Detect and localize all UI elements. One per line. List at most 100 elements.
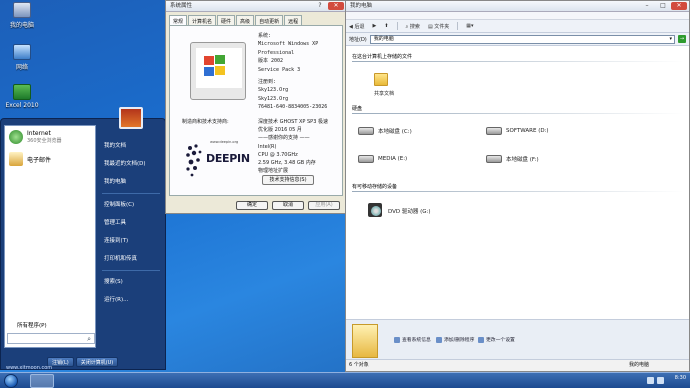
minimize-button[interactable]: – [641, 2, 653, 10]
start-item-run[interactable]: 运行(R)... [98, 291, 164, 309]
start-button[interactable] [4, 374, 18, 388]
address-value: 我的电脑 [373, 35, 394, 42]
registered-line: Sky123.Org [258, 87, 289, 94]
close-button[interactable]: ✕ [671, 2, 687, 10]
search-icon: ⌕ [405, 23, 409, 30]
task-change-setting[interactable]: 更改一个设置 [478, 336, 515, 343]
task-view-system-info[interactable]: 查看系统信息 [394, 336, 431, 343]
window-title: 系统属性 [170, 3, 193, 9]
desktop-icon-label: 我的电脑 [9, 22, 34, 29]
drive-f[interactable]: 本地磁盘 (F:) [486, 155, 539, 163]
search-button[interactable]: ⌕ 搜索 [406, 23, 420, 30]
taskbar-clock[interactable]: 8:30 [675, 375, 686, 381]
start-pinned-internet[interactable]: Internet 360安全浏览器 [5, 126, 95, 148]
drive-d[interactable]: SOFTWARE (D:) [486, 127, 549, 135]
manufacturer-line: 优化版 2016 05 月 [258, 127, 302, 134]
start-pinned-email[interactable]: 电子邮件 [5, 148, 95, 170]
folders-label: 文件夹 [434, 23, 450, 30]
windows-logo-monitor [190, 42, 246, 100]
desktop-icon-label: Excel 2010 [5, 102, 39, 109]
tab-advanced[interactable]: 高级 [236, 15, 255, 25]
up-button[interactable]: ⬆ [384, 23, 388, 29]
window-titlebar[interactable]: 系统属性 ? ✕ [166, 1, 346, 12]
status-object-count: 6 个对象 [349, 362, 369, 368]
window-titlebar[interactable]: 我的电脑 – □ ✕ [346, 1, 689, 12]
start-item-my-computer[interactable]: 我的电脑 [98, 173, 164, 191]
folders-button[interactable]: ▤ 文件夹 [428, 23, 449, 30]
system-tray [647, 377, 664, 384]
folder-icon [352, 324, 378, 358]
start-item-admin-tools[interactable]: 管理工具 [98, 214, 164, 232]
settings-icon [478, 336, 484, 343]
forward-button[interactable]: ▶ [372, 23, 376, 29]
help-button[interactable]: ? [314, 2, 326, 10]
tab-strip: 常规 计算机名 硬件 高级 自动更新 远程 [166, 12, 346, 25]
cancel-button[interactable]: 取消 [272, 201, 304, 210]
support-info-button[interactable]: 技术支持信息(S) [262, 175, 314, 185]
tab-computer-name[interactable]: 计算机名 [188, 15, 217, 25]
divider [457, 22, 459, 30]
drive-c[interactable]: 本地磁盘 (C:) [358, 127, 412, 135]
tab-general[interactable]: 常规 [169, 15, 188, 25]
drive-e[interactable]: MEDIA (E:) [358, 155, 407, 163]
pinned-title: Internet [27, 130, 51, 137]
windows-flag-icon [204, 56, 214, 65]
divider [352, 113, 684, 114]
all-programs-button[interactable]: 所有程序(P) [7, 321, 95, 331]
divider [352, 61, 684, 62]
section-stored-files: 在这台计算机上存储的文件 [352, 54, 413, 60]
maximize-button[interactable]: □ [657, 2, 669, 10]
views-button[interactable]: ▦▾ [466, 23, 473, 29]
taskbar-item-my-computer[interactable] [30, 374, 54, 388]
manufacturer-line: ——感谢你的支持 —— [258, 135, 310, 142]
desktop-icon-computer[interactable]: 我的电脑 [0, 2, 44, 29]
system-line: Service Pack 3 [258, 66, 301, 73]
start-item-printers[interactable]: 打印机和传真 [98, 250, 164, 268]
network-icon [13, 44, 31, 60]
task-label: 添加/删除程序 [444, 338, 475, 343]
apply-button[interactable]: 应用(A) [308, 201, 340, 210]
task-add-remove-programs[interactable]: 添加/删除程序 [436, 336, 474, 343]
back-button[interactable]: ◀ 后退 [349, 23, 364, 30]
hard-drive-icon [486, 155, 502, 163]
volume-icon[interactable] [657, 377, 664, 384]
start-item-connect-to[interactable]: 连接到(T) [98, 232, 164, 250]
start-item-my-documents[interactable]: 我的文档 [98, 137, 164, 155]
excel-icon [13, 84, 31, 100]
address-input[interactable]: 我的电脑 ▾ [369, 34, 675, 44]
tab-hardware[interactable]: 硬件 [217, 15, 236, 25]
drive-label: 本地磁盘 (F:) [506, 157, 539, 163]
logo-url: www.deepin.org [210, 140, 239, 144]
start-search-input[interactable]: ⌕ [7, 333, 95, 344]
drive-label: 本地磁盘 (C:) [378, 129, 412, 135]
tab-remote[interactable]: 远程 [284, 15, 303, 25]
start-item-search[interactable]: 搜索(S) [98, 273, 164, 291]
desktop-icon-network[interactable]: 网络 [0, 44, 44, 71]
system-line: 版本 2002 [258, 58, 284, 65]
manufacturer-info: 深度技术 GHOST XP SP3 极速 优化版 2016 05 月 ——感谢你… [258, 118, 342, 175]
start-menu-left-pane: Internet 360安全浏览器 电子邮件 所有程序(P) ⌕ [4, 125, 96, 348]
chevron-down-icon[interactable]: ▾ [669, 36, 672, 43]
toolbar: ◀ 后退 ▶ ⬆ ⌕ 搜索 ▤ 文件夹 ▦▾ [346, 20, 689, 33]
drive-label: MEDIA (E:) [378, 156, 408, 162]
network-tray-icon[interactable] [647, 377, 654, 384]
dvd-drive-icon[interactable] [368, 203, 382, 217]
registered-label: 注册到: [258, 79, 277, 86]
ok-button[interactable]: 确定 [236, 201, 268, 210]
shared-folder-icon[interactable] [374, 73, 388, 86]
hard-drive-icon [358, 127, 374, 135]
go-button[interactable]: → [678, 35, 686, 43]
dvd-drive-label[interactable]: DVD 驱动器 (G:) [388, 207, 431, 215]
shutdown-button[interactable]: 关闭计算机(U) [75, 357, 119, 367]
start-item-recent[interactable]: 我最近的文档(D) [98, 155, 164, 173]
registered-line: Sky123.Org [258, 95, 289, 102]
desktop-icon-excel[interactable]: Excel 2010 [0, 84, 44, 109]
hard-drive-icon [486, 127, 502, 135]
computer-icon [13, 2, 31, 18]
tab-auto-update[interactable]: 自动更新 [255, 15, 284, 25]
shared-docs-label[interactable]: 共享文档 [374, 90, 394, 97]
start-item-control-panel[interactable]: 控制面板(C) [98, 196, 164, 214]
manufacturer-line: 深度技术 GHOST XP SP3 极速 [258, 119, 328, 125]
section-removable: 有可移动存储的设备 [352, 184, 398, 190]
close-button[interactable]: ✕ [328, 2, 344, 10]
